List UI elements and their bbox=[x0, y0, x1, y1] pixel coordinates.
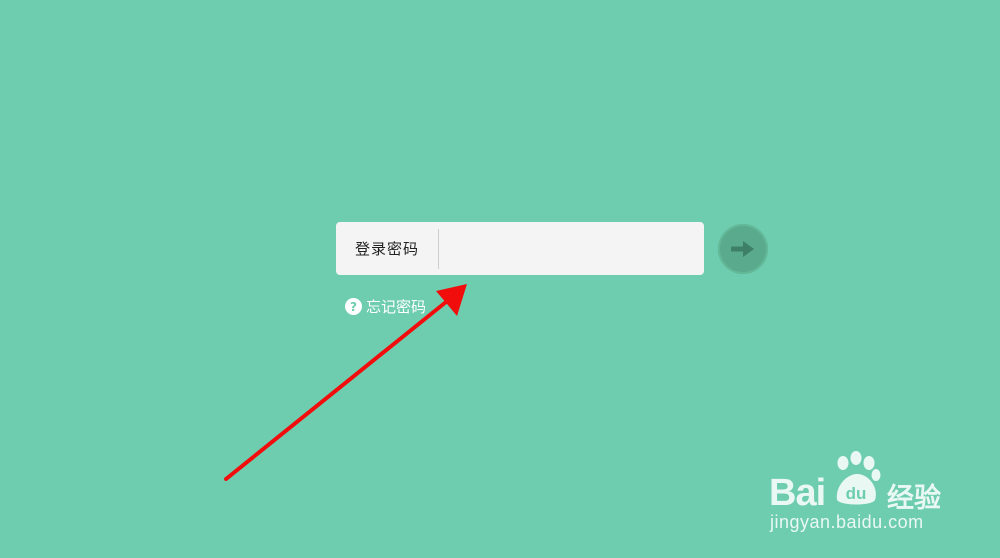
watermark-sub: 经验 bbox=[887, 483, 941, 514]
forgot-password-label: 忘记密码 bbox=[366, 298, 427, 316]
password-label: 登录密码 bbox=[354, 240, 419, 258]
arrow-right-icon bbox=[731, 241, 754, 257]
baidu-jingyan-watermark: Bai_ du 经验 jingyan.baidu.com bbox=[765, 448, 965, 538]
password-field-container: 登录密码 bbox=[336, 222, 704, 275]
password-input[interactable] bbox=[439, 222, 704, 275]
submit-button[interactable] bbox=[718, 224, 768, 274]
paw-logo-icon: du bbox=[836, 451, 881, 505]
watermark-url: jingyan.baidu.com bbox=[770, 512, 924, 532]
forgot-password-link[interactable]: ? 忘记密码 bbox=[345, 296, 426, 317]
question-icon: ? bbox=[345, 298, 362, 315]
watermark-du: du bbox=[846, 484, 867, 503]
